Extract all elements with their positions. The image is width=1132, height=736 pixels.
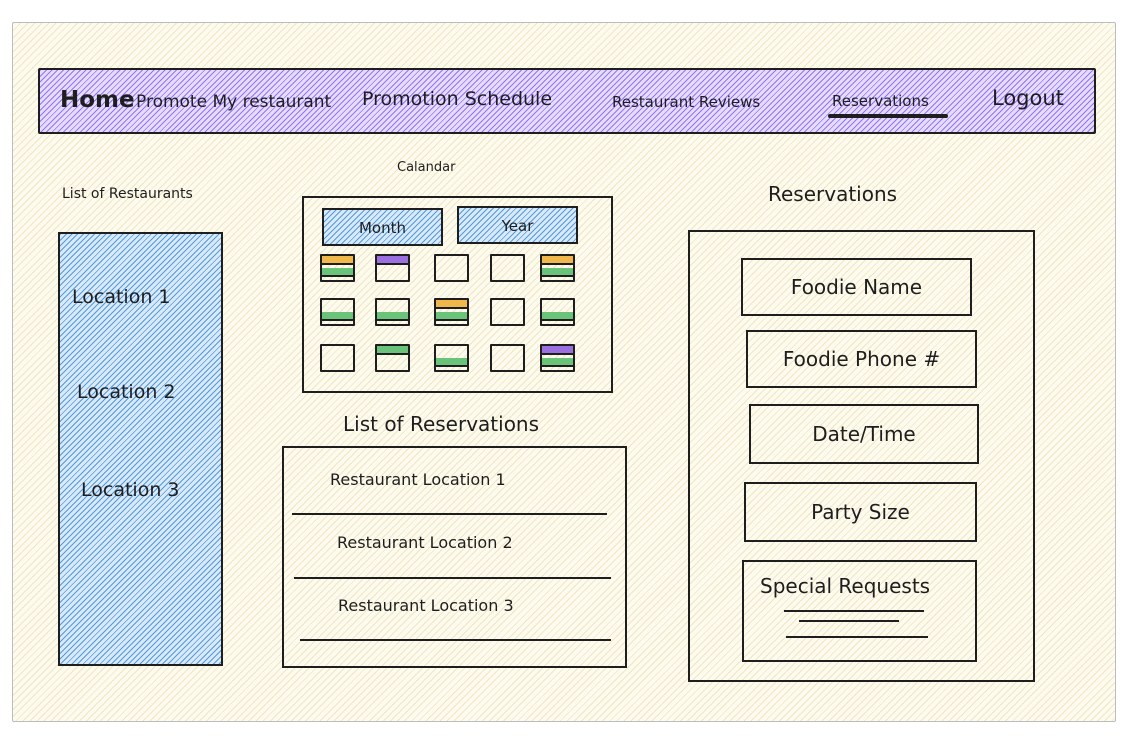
- nav-reservations[interactable]: Reservations: [832, 92, 929, 110]
- calendar-day-cell[interactable]: [540, 298, 575, 326]
- event-stripe: [542, 256, 573, 265]
- list-divider: [300, 639, 611, 641]
- restaurant-location-item[interactable]: Location 1: [72, 286, 171, 308]
- reservation-list-item[interactable]: Restaurant Location 1: [330, 470, 506, 489]
- nav-promotion-schedule[interactable]: Promotion Schedule: [362, 88, 552, 110]
- calendar-title: Calandar: [397, 160, 456, 175]
- event-stripe: [542, 312, 573, 321]
- nav-promote-my-restaurant[interactable]: Promote My restaurant: [136, 92, 331, 112]
- calendar-day-grid: [320, 254, 582, 378]
- calendar-day-cell[interactable]: [320, 344, 355, 372]
- reservation-form-title: Reservations: [768, 182, 898, 206]
- calendar-day-cell[interactable]: [490, 298, 525, 326]
- calendar-day-cell[interactable]: [320, 254, 355, 282]
- foodie-phone-field[interactable]: Foodie Phone #: [746, 330, 977, 388]
- event-stripe: [436, 358, 467, 367]
- calendar-day-cell[interactable]: [434, 254, 469, 282]
- event-stripe: [436, 300, 467, 309]
- party-size-field[interactable]: Party Size: [744, 482, 977, 542]
- special-requests-field[interactable]: Special Requests: [742, 560, 977, 662]
- event-stripe: [377, 346, 408, 355]
- calendar-day-cell[interactable]: [540, 344, 575, 372]
- calendar-day-cell[interactable]: [320, 298, 355, 326]
- nav-restaurant-reviews[interactable]: Restaurant Reviews: [612, 93, 760, 111]
- active-tab-underline: [828, 114, 948, 118]
- event-stripe: [322, 312, 353, 321]
- nav-home[interactable]: Home: [60, 87, 135, 113]
- foodie-name-label: Foodie Name: [790, 275, 923, 299]
- special-requests-label: Special Requests: [760, 574, 931, 598]
- reservation-list-panel: Restaurant Location 1 Restaurant Locatio…: [282, 446, 627, 668]
- event-stripe: [377, 312, 408, 321]
- calendar-day-cell[interactable]: [375, 254, 410, 282]
- year-selector-button[interactable]: Year: [457, 206, 578, 244]
- foodie-phone-label: Foodie Phone #: [782, 347, 941, 371]
- reservation-list-item[interactable]: Restaurant Location 3: [338, 596, 514, 615]
- calendar-widget: Month Year: [302, 196, 613, 393]
- event-stripe: [436, 312, 467, 321]
- event-stripe: [322, 268, 353, 277]
- event-stripe: [322, 256, 353, 265]
- top-navbar: Home Promote My restaurant Promotion Sch…: [38, 68, 1096, 134]
- calendar-day-cell[interactable]: [375, 344, 410, 372]
- list-divider: [294, 577, 611, 579]
- calendar-day-cell[interactable]: [375, 298, 410, 326]
- restaurant-location-item[interactable]: Location 3: [81, 479, 180, 501]
- date-time-field[interactable]: Date/Time: [749, 404, 979, 464]
- event-stripe: [542, 358, 573, 367]
- party-size-label: Party Size: [811, 500, 910, 524]
- month-selector-button[interactable]: Month: [322, 208, 443, 246]
- text-line-placeholder: [799, 620, 899, 622]
- date-time-label: Date/Time: [812, 422, 916, 446]
- reservation-list-item[interactable]: Restaurant Location 2: [337, 533, 513, 552]
- nav-logout[interactable]: Logout: [992, 86, 1064, 110]
- restaurant-location-item[interactable]: Location 2: [77, 381, 176, 403]
- restaurant-list-title: List of Restaurants: [62, 186, 193, 202]
- calendar-day-cell[interactable]: [434, 344, 469, 372]
- calendar-day-cell[interactable]: [540, 254, 575, 282]
- event-stripe: [377, 256, 408, 265]
- reservation-form-panel: Foodie Name Foodie Phone # Date/Time Par…: [688, 230, 1035, 682]
- text-line-placeholder: [784, 610, 924, 612]
- restaurant-list-panel: Location 1 Location 2 Location 3: [58, 232, 223, 666]
- foodie-name-field[interactable]: Foodie Name: [741, 258, 972, 316]
- event-stripe: [542, 268, 573, 277]
- reservation-list-title: List of Reservations: [343, 412, 540, 436]
- text-line-placeholder: [786, 636, 928, 638]
- calendar-day-cell[interactable]: [490, 254, 525, 282]
- list-divider: [292, 513, 607, 515]
- calendar-day-cell[interactable]: [490, 344, 525, 372]
- event-stripe: [542, 346, 573, 355]
- calendar-day-cell[interactable]: [434, 298, 469, 326]
